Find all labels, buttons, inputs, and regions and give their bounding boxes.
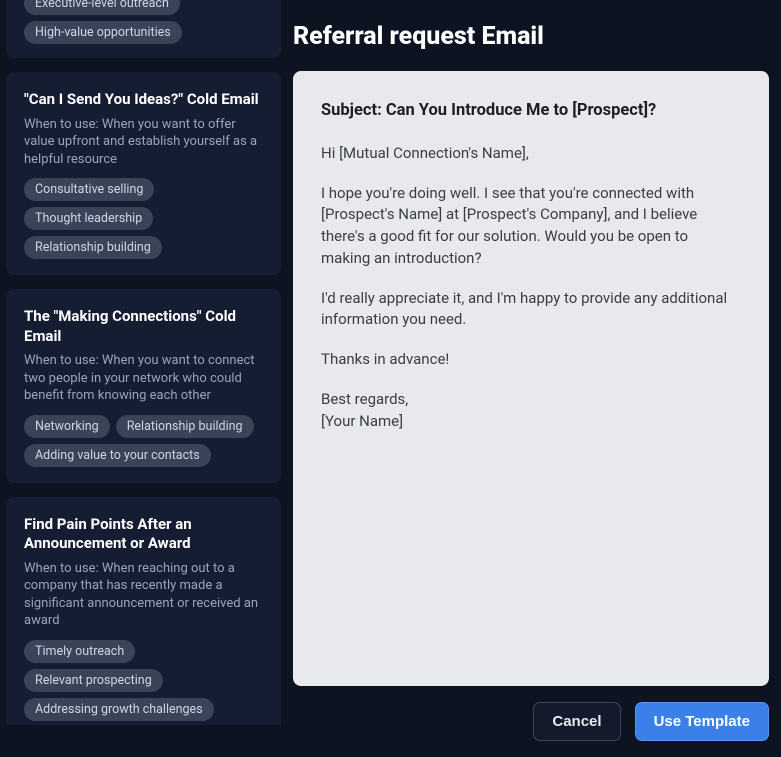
page-title: Referral request Email <box>293 22 769 51</box>
tag: Adding value to your contacts <box>24 444 211 467</box>
tag: Relationship building <box>116 415 254 438</box>
tag: Executive-level outreach <box>24 0 180 15</box>
email-paragraph: I hope you're doing well. I see that you… <box>321 183 741 270</box>
action-bar: Cancel Use Template <box>293 686 769 743</box>
tag: Consultative selling <box>24 178 154 201</box>
email-subject: Subject: Can You Introduce Me to [Prospe… <box>321 99 741 123</box>
main-panel: Referral request Email Subject: Can You … <box>293 0 769 743</box>
cancel-button[interactable]: Cancel <box>533 702 620 741</box>
email-signoff: Best regards, [Your Name] <box>321 389 741 433</box>
template-card[interactable]: The "Making Connections" Cold Email When… <box>6 289 281 483</box>
tag-row: Consultative selling Thought leadership … <box>24 178 263 259</box>
card-title: Find Pain Points After an Announcement o… <box>24 515 263 554</box>
email-paragraph: Hi [Mutual Connection's Name], <box>321 143 741 165</box>
template-card[interactable]: Find Pain Points After an Announcement o… <box>6 497 281 725</box>
tag: High-value opportunities <box>24 21 182 44</box>
tag-row: Timely outreach Relevant prospecting Add… <box>24 640 263 721</box>
template-card[interactable]: Executive-level outreach High-value oppo… <box>6 0 281 58</box>
card-description: When to use: When you want to connect tw… <box>24 352 263 405</box>
tag-row: Executive-level outreach High-value oppo… <box>24 0 263 44</box>
template-card[interactable]: "Can I Send You Ideas?" Cold Email When … <box>6 72 281 275</box>
tag: Relationship building <box>24 236 162 259</box>
card-description: When to use: When reaching out to a comp… <box>24 560 263 630</box>
tag: Addressing growth challenges <box>24 698 214 721</box>
tag: Networking <box>24 415 110 438</box>
tag-row: Networking Relationship building Adding … <box>24 415 263 467</box>
card-title: "Can I Send You Ideas?" Cold Email <box>24 90 263 110</box>
card-description: When to use: When you want to offer valu… <box>24 116 263 169</box>
email-preview: Subject: Can You Introduce Me to [Prospe… <box>293 71 769 686</box>
use-template-button[interactable]: Use Template <box>635 702 769 741</box>
app-root: Executive-level outreach High-value oppo… <box>0 0 781 757</box>
tag: Thought leadership <box>24 207 153 230</box>
email-paragraph: I'd really appreciate it, and I'm happy … <box>321 288 741 332</box>
tag: Relevant prospecting <box>24 669 163 692</box>
card-title: The "Making Connections" Cold Email <box>24 307 263 346</box>
tag: Timely outreach <box>24 640 135 663</box>
email-paragraph: Thanks in advance! <box>321 349 741 371</box>
template-sidebar: Executive-level outreach High-value oppo… <box>6 0 281 725</box>
